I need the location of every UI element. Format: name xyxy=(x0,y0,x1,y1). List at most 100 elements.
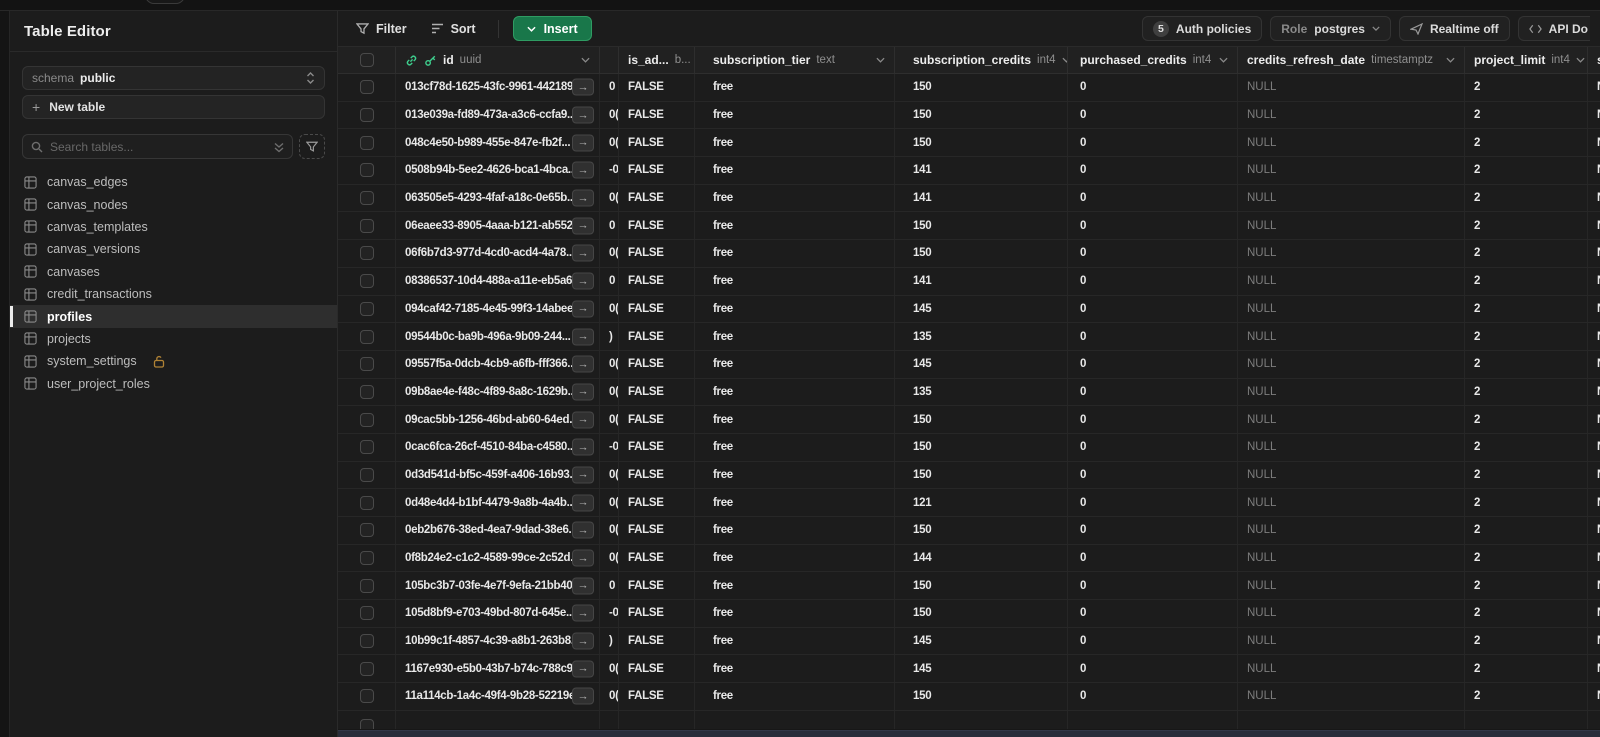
cell-subscription_credits[interactable]: 150 xyxy=(895,406,1068,433)
row-select-cell[interactable] xyxy=(338,406,396,433)
cell-credits_refresh_date[interactable]: NULL xyxy=(1238,378,1465,406)
row-checkbox[interactable] xyxy=(359,135,374,150)
column-header-credits_refresh_date[interactable]: credits_refresh_date timestamptz xyxy=(1238,47,1465,73)
cell-subscription_tier[interactable]: free xyxy=(695,129,895,157)
row-select-cell[interactable] xyxy=(338,517,396,544)
cell-subscription_credits[interactable]: 144 xyxy=(895,544,1068,572)
cell-overflow[interactable]: NULL xyxy=(1588,517,1600,544)
cell-credits_refresh_date[interactable]: NULL xyxy=(1238,74,1465,101)
cell-is_admin[interactable]: FALSE xyxy=(619,101,695,129)
cell-is_admin[interactable]: FALSE xyxy=(619,323,695,350)
row-select-cell[interactable] xyxy=(338,627,396,655)
row-select-cell[interactable] xyxy=(338,710,396,729)
cell-is_admin[interactable]: FALSE xyxy=(619,406,695,433)
column-menu-chevron-icon[interactable] xyxy=(876,57,885,63)
cell-subscription_credits[interactable]: 150 xyxy=(895,212,1068,240)
cell-purchased_credits[interactable]: 0 xyxy=(1068,295,1238,323)
cell-subscription_tier[interactable]: free xyxy=(695,406,895,433)
cell-subscription_credits[interactable]: 145 xyxy=(895,295,1068,323)
expand-row-button[interactable]: → xyxy=(572,217,594,235)
cell-overflow[interactable]: NULL xyxy=(1588,212,1600,239)
sidebar-item-canvas_templates[interactable]: canvas_templates xyxy=(10,216,337,238)
cell-purchased_credits[interactable]: 0 xyxy=(1068,544,1238,572)
cell-id[interactable]: 1167e930-e5b0-43b7-b74c-788c9... → xyxy=(396,655,600,683)
expand-row-button[interactable]: → xyxy=(572,466,594,484)
cell-is_admin[interactable]: FALSE xyxy=(619,129,695,157)
expand-row-button[interactable]: → xyxy=(572,134,594,152)
row-checkbox[interactable] xyxy=(359,718,374,729)
cell-overflow[interactable]: NULL xyxy=(1588,102,1600,129)
row-checkbox[interactable] xyxy=(359,689,374,704)
row-checkbox[interactable] xyxy=(359,412,374,427)
cell-credits_refresh_date[interactable]: NULL xyxy=(1238,101,1465,129)
cell-is_admin[interactable]: FALSE xyxy=(619,212,695,240)
row-select-cell[interactable] xyxy=(338,267,396,295)
cell-subscription_tier[interactable]: free xyxy=(695,240,895,267)
cell-subscription_credits[interactable]: 150 xyxy=(895,129,1068,157)
column-header-project_limit[interactable]: project_limit int4 xyxy=(1465,47,1588,73)
row-select-cell[interactable] xyxy=(338,184,396,212)
expand-row-button[interactable]: → xyxy=(572,106,594,124)
cell-purchased_credits[interactable]: 0 xyxy=(1068,267,1238,295)
cell-overflow[interactable]: NULL xyxy=(1588,406,1600,433)
cell-purchased_credits[interactable]: 0 xyxy=(1068,323,1238,350)
column-header-subscription_credits[interactable]: subscription_credits int4 xyxy=(895,47,1068,73)
cell-is_admin[interactable]: FALSE xyxy=(619,378,695,406)
new-table-button[interactable]: + New table xyxy=(22,95,325,119)
role-selector-button[interactable]: Role postgres xyxy=(1270,16,1391,41)
cell-subscription_credits[interactable]: 150 xyxy=(895,240,1068,267)
cell-subscription_tier[interactable]: free xyxy=(695,295,895,323)
row-checkbox[interactable] xyxy=(359,523,374,538)
cell-is_admin[interactable]: FALSE xyxy=(619,461,695,489)
row-checkbox[interactable] xyxy=(359,329,374,344)
horizontal-scrollbar[interactable] xyxy=(338,730,1600,737)
cell-id[interactable]: 0d3d541d-bf5c-459f-a406-16b93... → xyxy=(396,461,600,489)
cell-credits_refresh_date[interactable]: NULL xyxy=(1238,461,1465,489)
cell-id[interactable]: 10b99c1f-4857-4c39-a8b1-263b8... → xyxy=(396,627,600,655)
cell-project_limit[interactable]: 2 xyxy=(1465,627,1588,655)
row-checkbox[interactable] xyxy=(359,661,374,676)
cell-credits_refresh_date[interactable]: NULL xyxy=(1238,184,1465,212)
cell-credits_refresh_date[interactable]: NULL xyxy=(1238,489,1465,516)
row-checkbox[interactable] xyxy=(359,634,374,649)
cell-overflow[interactable]: NULL xyxy=(1588,489,1600,516)
row-select-cell[interactable] xyxy=(338,489,396,516)
cell-id[interactable]: 06f6b7d3-977d-4cd0-acd4-4a78... → xyxy=(396,240,600,267)
cell-project_limit[interactable]: 2 xyxy=(1465,600,1588,627)
row-select-cell[interactable] xyxy=(338,157,396,184)
cell-overflow[interactable]: NULL xyxy=(1588,268,1600,295)
cell-project_limit[interactable]: 2 xyxy=(1465,378,1588,406)
cell-subscription_tier[interactable]: free xyxy=(695,433,895,461)
expand-row-button[interactable]: → xyxy=(572,632,594,650)
row-select-cell[interactable] xyxy=(338,461,396,489)
cell-purchased_credits[interactable]: 0 xyxy=(1068,683,1238,710)
cell-id[interactable]: 105bc3b7-03fe-4e7f-9efa-21bb40... → xyxy=(396,572,600,600)
cell-is_admin[interactable]: FALSE xyxy=(619,295,695,323)
cell-purchased_credits[interactable] xyxy=(1068,710,1238,729)
cell-id[interactable]: 048c4e50-b989-455e-847e-fb2f... → xyxy=(396,129,600,157)
sidebar-item-profiles[interactable]: profiles xyxy=(10,305,337,328)
cell-id[interactable]: 094caf42-7185-4e45-99f3-14abee... → xyxy=(396,295,600,323)
cell-project_limit[interactable]: 2 xyxy=(1465,517,1588,544)
cell-project_limit[interactable]: 2 xyxy=(1465,101,1588,129)
cell-purchased_credits[interactable]: 0 xyxy=(1068,212,1238,240)
cell-project_limit[interactable]: 2 xyxy=(1465,212,1588,240)
cell-credits_refresh_date[interactable]: NULL xyxy=(1238,600,1465,627)
cell-id[interactable]: 08386537-10d4-488a-a11e-eb5a6... → xyxy=(396,267,600,295)
row-checkbox[interactable] xyxy=(359,384,374,399)
expand-row-button[interactable]: → xyxy=(572,494,594,512)
cell-is_admin[interactable]: FALSE xyxy=(619,240,695,267)
auth-policies-button[interactable]: 5 Auth policies xyxy=(1141,16,1263,41)
cell-is_admin[interactable]: FALSE xyxy=(619,517,695,544)
cell-overflow[interactable]: NULL xyxy=(1588,600,1600,627)
cell-is_admin[interactable]: FALSE xyxy=(619,74,695,101)
cell-overflow[interactable] xyxy=(1588,711,1600,729)
cell-credits_refresh_date[interactable]: NULL xyxy=(1238,683,1465,710)
expand-row-button[interactable]: → xyxy=(572,189,594,207)
expand-row-button[interactable]: → xyxy=(572,521,594,539)
cell-subscription_credits[interactable]: 150 xyxy=(895,101,1068,129)
row-select-cell[interactable] xyxy=(338,323,396,350)
cell-id[interactable]: 0508b94b-5ee2-4626-bca1-4bca... → xyxy=(396,157,600,184)
expand-row-button[interactable]: → xyxy=(572,411,594,429)
cell-subscription_credits[interactable]: 135 xyxy=(895,378,1068,406)
